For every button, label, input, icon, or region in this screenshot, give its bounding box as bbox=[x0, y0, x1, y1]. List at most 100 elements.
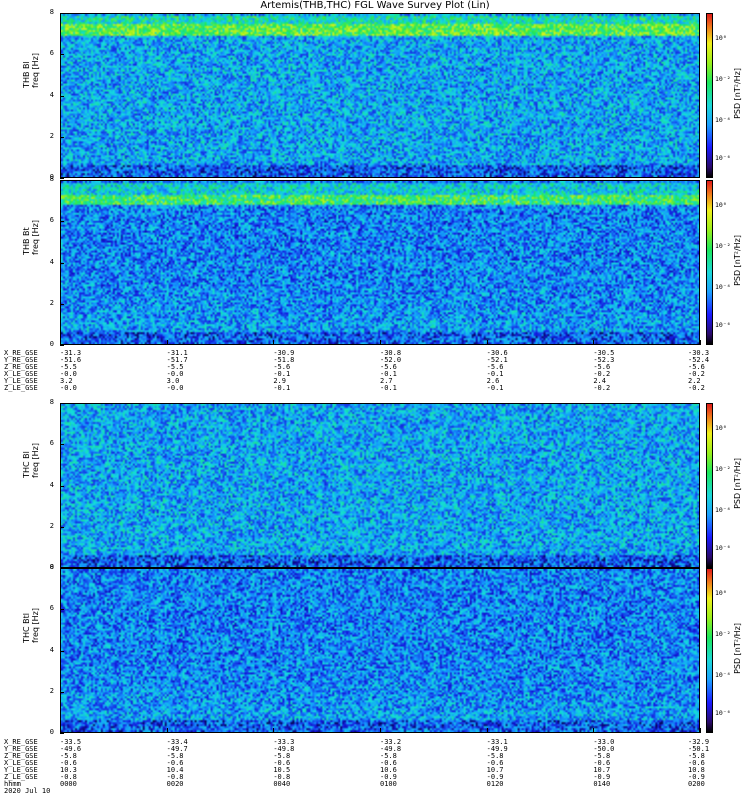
xtick-mark bbox=[593, 340, 595, 345]
ytick-mark bbox=[60, 303, 64, 305]
ytick-mark bbox=[60, 609, 64, 611]
ephemeris-value: -0.2 bbox=[688, 384, 705, 392]
xtick-mark bbox=[60, 340, 61, 345]
ytick-label: 4 bbox=[49, 645, 54, 654]
colorbar-tick-label: 10⁻⁶ bbox=[715, 321, 731, 330]
xtick-mark bbox=[166, 728, 168, 733]
ephemeris-row: Z_LE_GSE -0.8 -0.8 -0.8 -0.9 -0.9 -0.9 -0.9 bbox=[0, 774, 750, 781]
colorbar bbox=[706, 568, 713, 733]
ytick-mark bbox=[60, 178, 64, 179]
xtick-mark bbox=[486, 340, 488, 345]
ytick-mark bbox=[60, 691, 64, 693]
ytick-mark bbox=[60, 221, 64, 223]
ephemeris-value: 0020 bbox=[166, 780, 184, 788]
colorbar bbox=[706, 13, 713, 178]
xtick-mark bbox=[380, 340, 381, 345]
ephemeris-row: hhmm 0000 0020 0040 0100 0120 0140 0200 bbox=[0, 781, 750, 788]
colorbar-tick-label: 10⁻² bbox=[715, 630, 731, 638]
ephemeris-value: -0.1 bbox=[380, 384, 397, 392]
ephemeris-row: Y_LE_GSE 10.3 10.4 10.5 10.6 10.7 10.7 10.8 bbox=[0, 767, 750, 774]
ytick-label: 8 bbox=[49, 175, 54, 183]
ephemeris-row: X_LE_GSE -0.6 -0.6 -0.6 -0.6 -0.6 -0.6 -0.6 bbox=[0, 760, 750, 767]
xtick-mark bbox=[700, 340, 701, 345]
ytick-mark bbox=[60, 650, 64, 652]
spectrogram-panel-4 bbox=[60, 568, 700, 733]
colorbar-label: PSD [nT²/Hz] bbox=[733, 623, 742, 674]
spectrogram-panel-3 bbox=[60, 403, 700, 568]
ephemeris-label: Z_LE_GSE bbox=[4, 384, 38, 392]
ytick-label: 6 bbox=[49, 49, 54, 58]
ytick-mark bbox=[60, 13, 64, 14]
xtick-mark bbox=[380, 728, 381, 733]
xtick-mark bbox=[486, 728, 488, 733]
ephemeris-row: 2020 Jul 10 bbox=[0, 788, 750, 795]
colorbar-tick-label: 10⁰ bbox=[715, 33, 727, 42]
ytick-mark bbox=[60, 345, 64, 346]
colorbar-tick-label: 10⁻⁴ bbox=[715, 506, 731, 515]
spectrogram-panel-1 bbox=[60, 13, 700, 178]
colorbar-label: PSD [nT²/Hz] bbox=[733, 458, 742, 509]
ytick-mark bbox=[60, 180, 64, 181]
ylabel-text: freq [Hz] bbox=[31, 53, 40, 88]
ytick-label: 2 bbox=[49, 521, 54, 530]
colorbar bbox=[706, 403, 713, 568]
colorbar-label: PSD [nT²/Hz] bbox=[733, 68, 742, 119]
ytick-mark bbox=[60, 54, 64, 56]
ephemeris-value: -0.0 bbox=[60, 384, 77, 392]
ytick-mark bbox=[60, 444, 64, 446]
ephemeris-row: X_RE_GSE -33.5 -33.4 -33.3 -33.2 -33.1 -33.0 -3… bbox=[0, 739, 750, 746]
colorbar-tick-label: 10⁻² bbox=[715, 465, 731, 473]
ytick-mark bbox=[60, 733, 64, 734]
ylabel-text: freq [Hz] bbox=[31, 220, 40, 255]
colorbar-tick-label: 10⁻² bbox=[715, 75, 731, 83]
colorbar-tick-label: 10⁰ bbox=[715, 200, 727, 209]
ephemeris-value: -0.0 bbox=[166, 384, 184, 392]
xtick-mark bbox=[273, 728, 275, 733]
ephemeris-value: 0040 bbox=[273, 780, 291, 788]
xtick-mark bbox=[700, 728, 701, 733]
ephemeris-row: X_RE_GSE -31.3 -31.1 -30.9 -30.8 -30.6 -30.5 -3… bbox=[0, 350, 750, 357]
ephemeris-value: 0200 bbox=[688, 780, 705, 788]
ytick-label: 2 bbox=[49, 131, 54, 140]
ylabel-text: freq [Hz] bbox=[31, 608, 40, 643]
ytick-label: 4 bbox=[49, 480, 54, 489]
spectrogram-image bbox=[61, 14, 699, 177]
ytick-label: 6 bbox=[49, 216, 54, 225]
xtick-mark bbox=[593, 728, 595, 733]
spectrogram-image bbox=[61, 569, 699, 732]
ephemeris-value: 0120 bbox=[486, 780, 504, 788]
ytick-label: 0 bbox=[49, 728, 54, 736]
ytick-label: 2 bbox=[49, 298, 54, 307]
ytick-label: 4 bbox=[49, 257, 54, 266]
ephemeris-value: 0000 bbox=[60, 780, 77, 788]
panel-ylabel: THB Bt freq [Hz] bbox=[22, 220, 40, 255]
ytick-label: 8 bbox=[49, 398, 54, 406]
colorbar-tick-label: 10⁻⁴ bbox=[715, 283, 731, 292]
spectrogram-image bbox=[61, 404, 699, 567]
ylabel-text: freq [Hz] bbox=[31, 443, 40, 478]
chart-title: Artemis(THB,THC) FGL Wave Survey Plot (L… bbox=[260, 0, 490, 11]
ephemeris-row: Y_RE_GSE -49.6 -49.7 -49.8 -49.8 -49.9 -50.0 -5… bbox=[0, 746, 750, 753]
ytick-label: 0 bbox=[49, 340, 54, 348]
ephemeris-value: 0100 bbox=[380, 780, 397, 788]
panel-name: THB Bl bbox=[22, 61, 31, 88]
ytick-label: 4 bbox=[49, 90, 54, 99]
ytick-label: 6 bbox=[49, 439, 54, 448]
panel-name: THC Btl bbox=[22, 613, 31, 643]
ephemeris-value: -0.1 bbox=[273, 384, 291, 392]
ephemeris-row: Z_RE_GSE -5.5 -5.5 -5.6 -5.6 -5.6 -5.6 -5.6 bbox=[0, 364, 750, 371]
spectrogram-panel-2 bbox=[60, 180, 700, 345]
ephemeris-row: Y_LE_GSE 3.2 3.0 2.9 2.7 2.6 2.4 2.2 bbox=[0, 378, 750, 385]
ytick-mark bbox=[60, 262, 64, 264]
ephemeris-row: X_LE_GSE -0.0 -0.0 -0.1 -0.1 -0.1 -0.2 -0.2 bbox=[0, 371, 750, 378]
colorbar bbox=[706, 180, 713, 345]
ephemeris-value: -0.1 bbox=[486, 384, 504, 392]
ytick-label: 2 bbox=[49, 686, 54, 695]
ephemeris-value: 0140 bbox=[593, 780, 611, 788]
colorbar-tick-label: 10⁻⁶ bbox=[715, 709, 731, 718]
colorbar-tick-label: 10⁻⁶ bbox=[715, 154, 731, 163]
spectrogram-image bbox=[61, 181, 699, 344]
ytick-mark bbox=[60, 526, 64, 528]
ytick-mark bbox=[60, 568, 64, 569]
panel-ylabel: THB Bl freq [Hz] bbox=[22, 53, 40, 88]
